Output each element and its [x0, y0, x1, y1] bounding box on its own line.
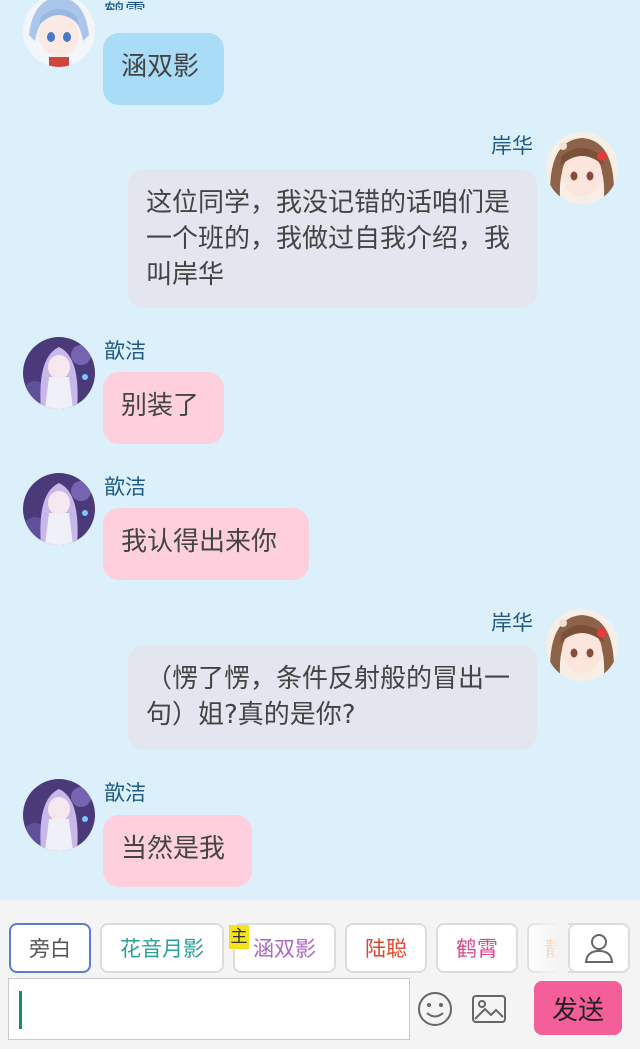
send-button-label: 发送	[551, 995, 604, 1026]
character-chip-hexiao[interactable]: 鹤霄	[436, 923, 518, 973]
message-bubble[interactable]: （愣了愣，条件反射般的冒出一句）姐?真的是你?	[128, 645, 537, 750]
message-text: 当然是我	[121, 834, 226, 864]
avatar-purple-hair[interactable]	[23, 779, 95, 851]
message-bubble[interactable]: 别装了	[103, 372, 224, 444]
message-bubble[interactable]: 当然是我	[103, 815, 252, 887]
character-chip-label: 陆聪	[365, 937, 407, 961]
sender-name: 歆洁	[104, 781, 146, 805]
avatar-blue-hair[interactable]	[23, 0, 95, 67]
smiley-icon[interactable]	[415, 989, 455, 1029]
character-chip-lucong[interactable]: 陆聪	[345, 923, 427, 973]
main-character-badge: 主	[229, 925, 249, 949]
character-chip-label: 鹤霄	[456, 937, 498, 961]
sender-name: 鹤霄	[104, 0, 146, 10]
chip-scroll-fade	[522, 918, 568, 978]
character-chip-huayinyueying[interactable]: 花音月影	[100, 923, 224, 973]
message-bubble[interactable]: 我认得出来你	[103, 508, 309, 580]
message-text: （愣了愣，条件反射般的冒出一句）姐?真的是你?	[146, 664, 511, 730]
text-caret	[19, 991, 22, 1029]
sender-name: 岸华	[491, 611, 533, 635]
user-button[interactable]	[568, 923, 630, 973]
character-chip-narrator[interactable]: 旁白	[9, 923, 91, 973]
sender-name: 岸华	[491, 134, 533, 158]
avatar-brown-hair[interactable]	[546, 132, 618, 204]
character-chip-label: 涵双影	[253, 937, 316, 961]
chat-area[interactable]: 鹤霄 涵双影 岸华 这位同学，我没记错的话咱们是一个班的，我做过自我介绍，我叫岸…	[0, 0, 640, 900]
message-input[interactable]	[8, 978, 410, 1040]
character-chip-label: 旁白	[29, 937, 71, 961]
sender-name: 歆洁	[104, 339, 146, 363]
message-bubble[interactable]: 这位同学，我没记错的话咱们是一个班的，我做过自我介绍，我叫岸华	[128, 169, 537, 308]
avatar-purple-hair[interactable]	[23, 337, 95, 409]
send-button[interactable]: 发送	[534, 981, 622, 1035]
avatar-purple-hair[interactable]	[23, 473, 95, 545]
message-text: 别装了	[121, 391, 200, 421]
character-chip-label: 花音月影	[120, 937, 204, 961]
image-icon[interactable]	[469, 989, 509, 1029]
sender-name: 歆洁	[104, 475, 146, 499]
avatar-brown-hair[interactable]	[546, 609, 618, 681]
user-icon	[584, 934, 614, 963]
message-text: 这位同学，我没记错的话咱们是一个班的，我做过自我介绍，我叫岸华	[146, 188, 511, 290]
message-text: 涵双影	[121, 52, 200, 82]
message-bubble[interactable]: 涵双影	[103, 33, 224, 105]
message-text: 我认得出来你	[121, 527, 278, 557]
